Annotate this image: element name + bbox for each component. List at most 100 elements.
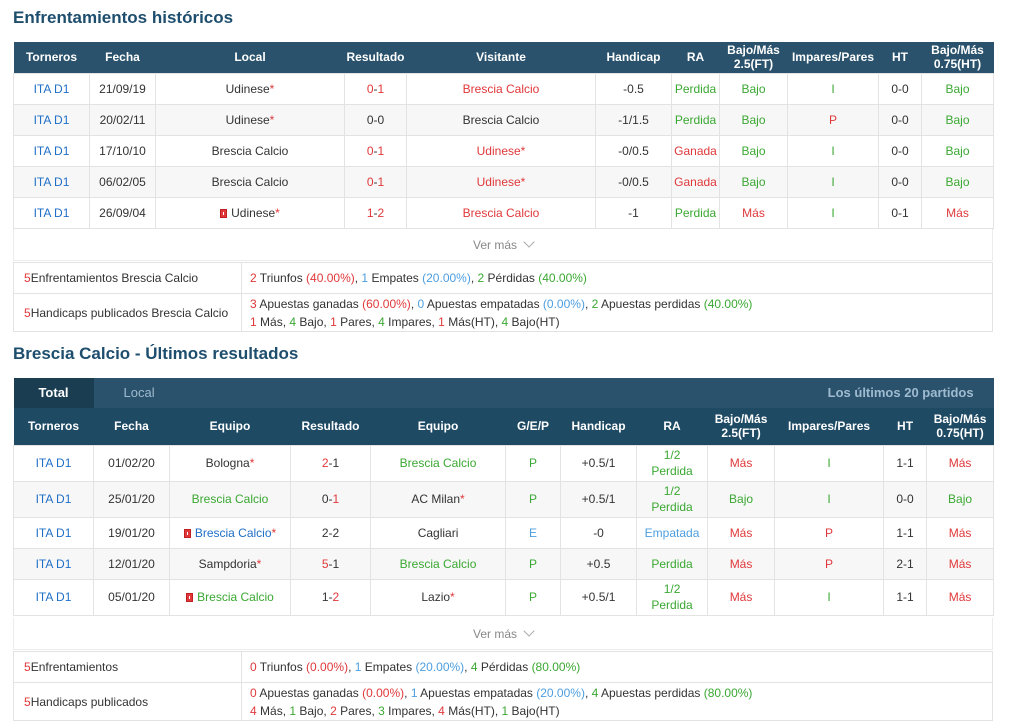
ra: Ganada [671,134,720,167]
halftime: 1-1 [883,516,928,549]
team-name[interactable]: Udinese [477,175,521,189]
col-header: G/E/P [505,408,561,445]
result[interactable]: 0-1 [344,72,407,105]
col-header: Equipo [169,408,291,445]
table-row[interactable]: ITA D1 25/01/20 Brescia Calcio 0-1 AC Mi… [13,480,995,518]
league-link[interactable]: ITA D1 [13,480,94,518]
tab-spacer [370,378,708,408]
home-team[interactable]: Sampdoria* [169,547,291,580]
over-ht-count: 4 [438,703,445,718]
result[interactable]: 0-1 [289,480,372,518]
over-under-ht: Bajo [921,165,994,198]
ra: Perdida [671,72,720,105]
tab-total[interactable]: Total [13,378,94,408]
table-row[interactable]: ITA D1 20/02/11 Udinese* 0-0 Brescia Cal… [13,103,994,136]
over-under-ht: Bajo [921,134,994,167]
star-marker: * [269,81,275,96]
away-team[interactable]: Lazio* [370,578,507,616]
tab-local[interactable]: Local [93,378,371,408]
chevron-down-icon[interactable] [523,625,535,637]
table-row[interactable]: ITA D1 19/01/20 Brescia Calcio* 2-2 Cagl… [13,516,995,549]
home-team[interactable]: Udinese* [155,72,345,105]
ver-mas-label[interactable]: Ver más [473,238,517,252]
home-team[interactable]: Udinese* [155,103,345,136]
chevron-down-icon[interactable] [523,236,535,248]
league-link[interactable]: ITA D1 [13,103,90,136]
result[interactable]: 2-2 [289,516,372,549]
bets-draw-pct: (0.00%) [542,296,585,311]
team-name[interactable]: Udinese [226,113,270,127]
ra: Perdida [671,103,720,136]
wins-label: Triunfos [256,271,307,285]
result[interactable]: 0-0 [344,103,407,136]
team-name[interactable]: Lazio [421,590,450,604]
table-row[interactable]: ITA D1 01/02/20 Bologna* 2-1 Brescia Cal… [13,444,995,482]
score-away: 1 [332,556,340,571]
result[interactable]: 0-1 [344,165,407,198]
result[interactable]: 5-1 [289,547,372,580]
summary-count: 5 [24,694,31,709]
league-link[interactable]: ITA D1 [13,196,90,229]
table-row[interactable]: ITA D1 06/02/05 Brescia Calcio 0-1 Udine… [13,165,994,198]
team-name[interactable]: Udinese [231,206,275,220]
table-row[interactable]: ITA D1 21/09/19 Udinese* 0-1 Brescia Cal… [13,72,994,105]
match-date: 12/01/20 [93,547,170,580]
team-name[interactable]: Brescia Calcio [197,590,274,604]
away-team[interactable]: Udinese* [406,165,596,198]
team-name[interactable]: Udinese [477,144,521,158]
last-matches-selector[interactable]: Los últimos 20 partidos [707,378,994,408]
table-row[interactable]: ITA D1 12/01/20 Sampdoria* 5-1 Brescia C… [13,547,995,580]
home-team[interactable]: Brescia Calcio [155,134,345,167]
away-team[interactable]: Cagliari [370,516,507,549]
league-link[interactable]: ITA D1 [13,444,94,482]
league-link[interactable]: ITA D1 [13,165,90,198]
ver-mas-button[interactable]: Ver más [13,229,993,261]
result[interactable]: 2-1 [289,444,372,482]
ver-mas-label[interactable]: Ver más [473,627,517,641]
team-name[interactable]: Brescia Calcio [195,526,272,540]
away-team[interactable]: Brescia Calcio [406,103,596,136]
home-team[interactable]: Brescia Calcio [169,480,291,518]
home-team[interactable]: Brescia Calcio [155,165,345,198]
away-team[interactable]: Udinese* [406,134,596,167]
table-row[interactable]: ITA D1 05/01/20 Brescia Calcio 1-2 Lazio… [13,578,995,616]
col-header: Equipo [370,408,506,445]
league-link[interactable]: ITA D1 [13,134,90,167]
away-team[interactable]: Brescia Calcio [370,444,507,482]
league-link[interactable]: ITA D1 [13,578,94,616]
ra: Perdida [636,547,709,580]
away-team[interactable]: AC Milan* [370,480,507,518]
league-link[interactable]: ITA D1 [13,516,94,549]
col-header: Fecha [93,408,170,445]
ver-mas-button[interactable]: Ver más [13,618,993,650]
summary-label-text: Handicaps publicados [30,694,149,709]
match-date: 17/10/10 [89,134,156,167]
score-away: 1 [332,492,340,506]
result[interactable]: 1-2 [289,578,372,616]
home-team[interactable]: Udinese* [155,196,345,229]
team-name[interactable]: Udinese [226,82,270,96]
result[interactable]: 0-1 [344,134,407,167]
ra: Empatada [636,516,709,549]
result[interactable]: 1-2 [344,196,407,229]
league-link[interactable]: ITA D1 [13,547,94,580]
ra-result: Perdida [651,597,693,612]
team-name[interactable]: Bologna [206,456,250,470]
odd-even: P [787,103,879,136]
table-row[interactable]: ITA D1 26/09/04 Udinese* 1-2 Brescia Cal… [13,196,994,229]
table-row[interactable]: ITA D1 17/10/10 Brescia Calcio 0-1 Udine… [13,134,994,167]
home-team[interactable]: Brescia Calcio [169,578,291,616]
away-team[interactable]: Brescia Calcio [406,196,596,229]
star-marker: * [256,556,262,571]
away-team[interactable]: Brescia Calcio [406,72,596,105]
away-team[interactable]: Brescia Calcio [370,547,507,580]
league-link[interactable]: ITA D1 [13,72,90,105]
match-date: 20/02/11 [89,103,156,136]
bets-lost-pct: (80.00%) [703,685,753,700]
home-team[interactable]: Brescia Calcio* [169,516,291,549]
red-card-icon [183,528,191,538]
home-team[interactable]: Bologna* [169,444,291,482]
odd-even: I [774,480,885,518]
team-name[interactable]: AC Milan [411,492,460,506]
team-name[interactable]: Sampdoria [199,557,257,571]
